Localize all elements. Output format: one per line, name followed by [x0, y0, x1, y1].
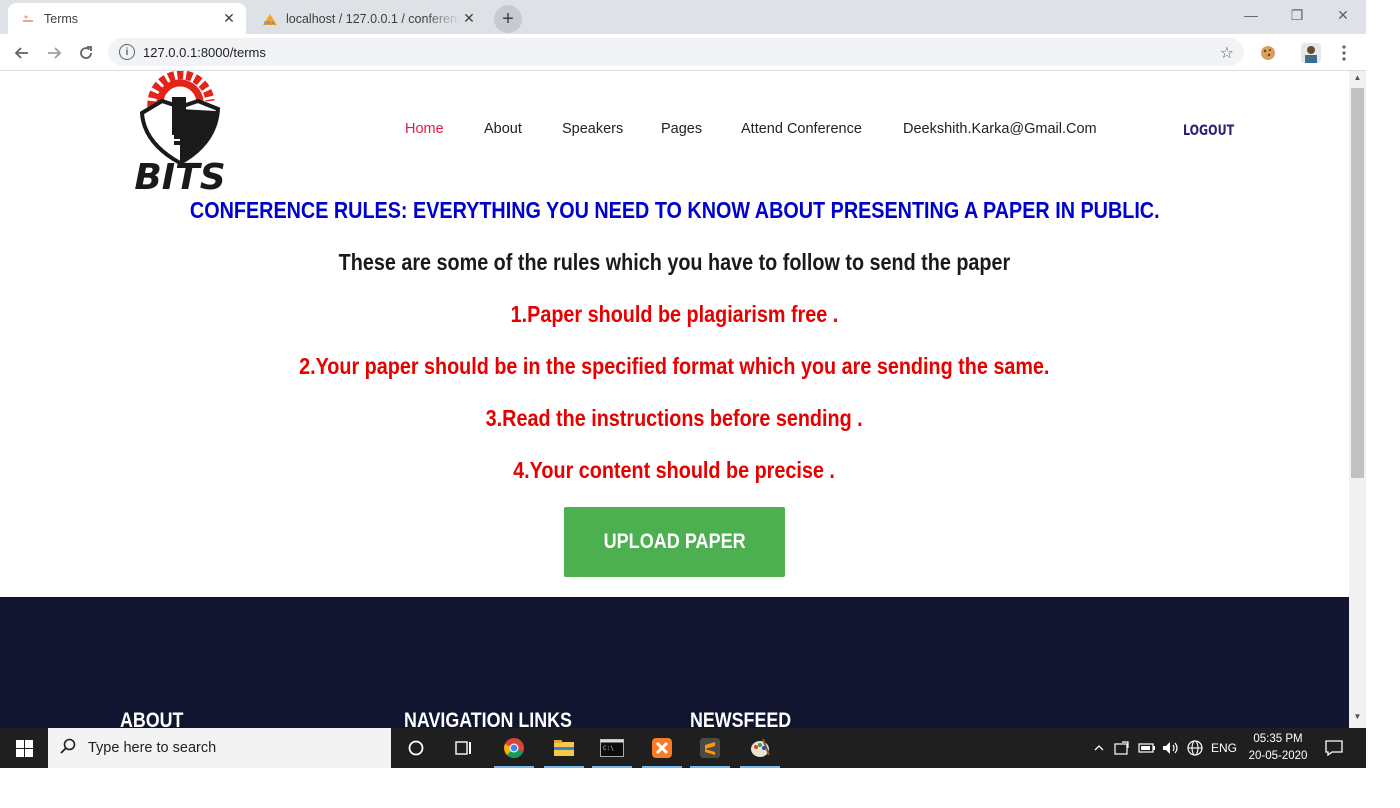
site-info-icon[interactable]: i [119, 44, 135, 60]
upload-paper-button[interactable]: UPLOAD PAPER [564, 507, 785, 577]
phpmyadmin-favicon-icon: PMA [262, 11, 278, 27]
search-placeholder: Type here to search [88, 740, 217, 756]
tab-phpmyadmin[interactable]: PMA localhost / 127.0.0.1 / conference ✕ [250, 3, 486, 34]
bits-logo[interactable]: BITS [118, 71, 242, 198]
scroll-up-arrow-icon[interactable]: ▲ [1349, 73, 1366, 87]
battery-icon[interactable] [1136, 728, 1158, 768]
xampp-icon[interactable] [638, 728, 686, 768]
profile-avatar[interactable] [1300, 43, 1322, 63]
clock-date: 20-05-2020 [1248, 750, 1308, 762]
rule-item: 1.Paper should be plagiarism free . [510, 301, 839, 327]
tab-terms[interactable]: Terms ✕ [8, 3, 246, 34]
address-bar[interactable]: i 127.0.0.1:8000/terms ☆ [108, 38, 1244, 66]
browser-menu-icon[interactable] [1334, 43, 1354, 63]
svg-text:PMA: PMA [264, 21, 275, 26]
file-explorer-icon[interactable] [540, 728, 588, 768]
chrome-taskbar-icon[interactable] [490, 728, 538, 768]
volume-icon[interactable] [1160, 728, 1182, 768]
site-footer: ABOUT NAVIGATION LINKS NEWSFEED [0, 597, 1349, 728]
new-tab-plus-icon[interactable]: + [494, 5, 522, 33]
rule-item: 4.Your content should be precise . [513, 457, 836, 483]
windows-start-icon[interactable] [0, 728, 48, 768]
rules-heading: CONFERENCE RULES: EVERYTHING YOU NEED TO… [189, 197, 1160, 223]
search-icon [60, 738, 80, 759]
close-window-icon[interactable]: ✕ [1320, 0, 1366, 30]
upload-paper-label: UPLOAD PAPER [603, 530, 746, 553]
task-view-icon[interactable] [440, 728, 488, 768]
network-globe-icon[interactable] [1184, 728, 1206, 768]
task-tray-app-icon[interactable] [1112, 728, 1132, 768]
footer-heading-navigation-links: NAVIGATION LINKS [404, 709, 572, 728]
back-arrow-icon[interactable] [8, 39, 36, 67]
notifications-icon[interactable] [1318, 728, 1350, 768]
tab-close-icon[interactable]: ✕ [220, 10, 238, 28]
scroll-down-arrow-icon[interactable]: ▼ [1349, 712, 1366, 726]
rules-subheading: These are some of the rules which you ha… [338, 249, 1011, 275]
minimize-icon[interactable]: — [1228, 0, 1274, 30]
nav-about[interactable]: About [484, 121, 522, 137]
nav-speakers[interactable]: Speakers [562, 121, 623, 137]
svg-text:C:\: C:\ [603, 745, 614, 752]
nav-attend-conference[interactable]: Attend Conference [741, 121, 862, 137]
sublime-text-icon[interactable] [686, 728, 734, 768]
windows-taskbar: Type here to search C:\ ENG 05:35 PM 20-… [0, 728, 1366, 768]
terms-favicon-icon [20, 11, 36, 27]
forward-arrow-icon[interactable] [40, 39, 68, 67]
reload-icon[interactable] [72, 39, 100, 67]
footer-heading-newsfeed: NEWSFEED [690, 709, 792, 728]
restore-icon[interactable]: ❐ [1274, 0, 1320, 30]
conference-rules: CONFERENCE RULES: EVERYTHING YOU NEED TO… [0, 195, 1349, 507]
tab-close-icon[interactable]: ✕ [460, 10, 478, 28]
scrollbar-thumb[interactable] [1351, 88, 1364, 478]
rule-item: 3.Read the instructions before sending . [485, 405, 863, 431]
tab-title: Terms [44, 11, 79, 26]
taskbar-clock[interactable]: 05:35 PM 20-05-2020 [1240, 731, 1316, 765]
logout-link[interactable]: LOGOUT [1183, 123, 1234, 139]
nav-pages[interactable]: Pages [661, 121, 702, 137]
browser-toolbar: i 127.0.0.1:8000/terms ☆ [0, 34, 1366, 71]
url-text: 127.0.0.1:8000/terms [143, 44, 266, 60]
cookie-extension-icon[interactable] [1258, 43, 1278, 63]
nav-home[interactable]: Home [405, 121, 444, 137]
page-viewport: BITS Home About Speakers Pages Attend Co… [0, 71, 1349, 728]
taskbar-search-input[interactable]: Type here to search [48, 728, 391, 768]
page-scrollbar[interactable]: ▲ ▼ [1349, 71, 1366, 728]
nav-user-email[interactable]: Deekshith.Karka@Gmail.Com [903, 121, 1097, 137]
logo-text: BITS [134, 157, 225, 193]
cortana-icon[interactable] [392, 728, 440, 768]
paint-icon[interactable] [736, 728, 784, 768]
bookmark-star-icon[interactable]: ☆ [1220, 43, 1234, 63]
browser-tab-strip: Terms ✕ PMA localhost / 127.0.0.1 / conf… [0, 0, 1366, 34]
show-hidden-icons-chevron-icon[interactable] [1090, 728, 1108, 768]
rule-item: 2.Your paper should be in the specified … [299, 353, 1050, 379]
footer-heading-about: ABOUT [120, 709, 184, 728]
input-language-indicator[interactable]: ENG [1208, 728, 1240, 768]
clock-time: 05:35 PM [1253, 733, 1303, 745]
tab-title: localhost / 127.0.0.1 / conference [286, 11, 460, 26]
terminal-icon[interactable]: C:\ [588, 728, 636, 768]
